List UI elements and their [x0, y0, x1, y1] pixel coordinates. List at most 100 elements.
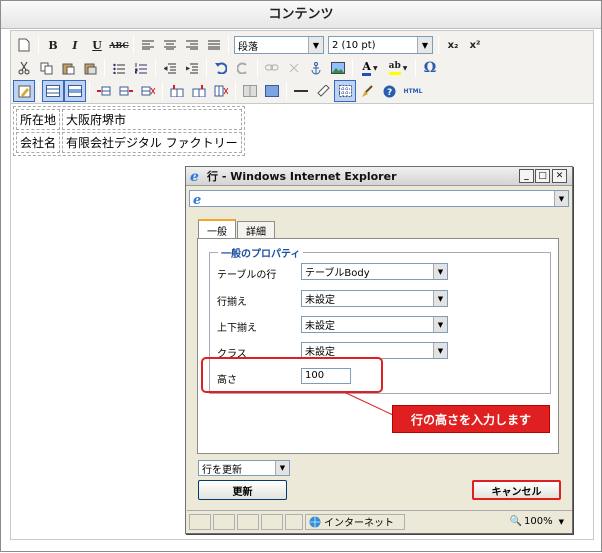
zone-label: インターネット — [324, 518, 394, 529]
dialog-title: 行 - Windows Internet Explorer — [207, 170, 397, 183]
help-icon[interactable]: ? — [378, 80, 400, 102]
update-button[interactable]: 更新 — [198, 480, 287, 500]
insert-column-before-icon[interactable] — [166, 80, 188, 102]
table-row-value: テーブルBody — [305, 268, 370, 279]
numbered-list-icon[interactable] — [130, 57, 152, 79]
table-cell[interactable]: 会社名 — [16, 132, 61, 153]
merge-cells-icon[interactable] — [261, 80, 283, 102]
italic-button[interactable]: I — [64, 34, 86, 56]
status-cell — [237, 513, 259, 530]
chevron-down-icon[interactable]: ▼ — [554, 191, 568, 206]
text-color-icon[interactable]: A ▼ — [356, 57, 384, 79]
status-cell — [213, 513, 235, 530]
chevron-down-icon: ▼ — [558, 517, 564, 526]
zoom-level: 100% — [524, 516, 553, 527]
special-character-icon[interactable]: Ω — [419, 57, 441, 79]
row-align-value: 未設定 — [305, 295, 335, 306]
bullet-list-icon[interactable] — [108, 57, 130, 79]
table-row[interactable]: 会社名 有限会社デジタル ファクトリー — [16, 132, 242, 153]
chevron-down-icon: ▼ — [275, 461, 289, 475]
link-icon[interactable] — [261, 57, 283, 79]
tab-details[interactable]: 詳細 — [237, 221, 275, 239]
subscript-button[interactable]: x₂ — [442, 34, 464, 56]
insert-row-before-icon[interactable] — [93, 80, 115, 102]
ie-logo-icon: e — [190, 169, 199, 183]
table-cell[interactable]: 所在地 — [16, 109, 61, 130]
table-cell[interactable]: 大阪府堺市 — [62, 109, 242, 130]
toggle-border-icon[interactable] — [13, 80, 35, 102]
table-row[interactable]: 所在地 大阪府堺市 — [16, 109, 242, 130]
tab-general[interactable]: 一般 — [198, 219, 236, 239]
zoom-control[interactable]: 🔍 100% ▼ — [510, 516, 564, 527]
insert-row-after-icon[interactable] — [115, 80, 137, 102]
new-document-icon[interactable] — [13, 34, 35, 56]
minimize-button[interactable]: _ — [519, 169, 534, 183]
chevron-down-icon: ▼ — [417, 37, 432, 53]
address-bar[interactable]: e ▼ — [189, 190, 569, 207]
annotation-callout: 行の高さを入力します — [392, 405, 550, 433]
editor-toolbar: B I U ABC 段落 ▼ 2 (10 pt) ▼ x₂ x² A ▼ ab … — [10, 30, 594, 104]
close-button[interactable]: ✕ — [552, 169, 567, 183]
highlight-color-icon[interactable]: ab ▼ — [384, 57, 412, 79]
outdent-icon[interactable] — [159, 57, 181, 79]
cleanup-icon[interactable] — [356, 80, 378, 102]
paste-icon[interactable] — [57, 57, 79, 79]
svg-text:e: e — [193, 193, 201, 206]
vertical-align-value: 未設定 — [305, 321, 335, 332]
status-cell — [285, 513, 303, 530]
split-cells-icon[interactable] — [239, 80, 261, 102]
update-scope-select[interactable]: 行を更新 ▼ — [198, 460, 290, 476]
row-properties-icon[interactable] — [64, 80, 86, 102]
cancel-button[interactable]: キャンセル — [472, 480, 561, 500]
html-source-button[interactable]: HTML — [400, 80, 426, 102]
row-align-select[interactable]: 未設定 ▼ — [301, 290, 448, 307]
status-cell — [261, 513, 283, 530]
svg-text:?: ? — [387, 88, 392, 98]
cut-icon[interactable] — [13, 57, 35, 79]
delete-row-icon[interactable] — [137, 80, 159, 102]
chevron-down-icon: ▼ — [308, 37, 323, 53]
align-right-icon[interactable] — [181, 34, 203, 56]
globe-icon — [309, 516, 321, 527]
table-row-select[interactable]: テーブルBody ▼ — [301, 263, 448, 280]
delete-column-icon[interactable] — [210, 80, 232, 102]
visual-aid-icon[interactable] — [334, 80, 356, 102]
vertical-align-select[interactable]: 未設定 ▼ — [301, 316, 448, 333]
fieldset-legend: 一般のプロパティ — [218, 245, 304, 260]
redo-icon[interactable] — [232, 57, 254, 79]
ie-page-icon: e — [193, 193, 201, 206]
paragraph-style-select[interactable]: 段落 ▼ — [234, 36, 324, 54]
font-size-select[interactable]: 2 (10 pt) ▼ — [328, 36, 433, 54]
status-cell — [189, 513, 211, 530]
maximize-button[interactable]: □ — [535, 169, 550, 183]
strikethrough-button[interactable]: ABC — [108, 34, 130, 56]
update-scope-value: 行を更新 — [202, 464, 242, 476]
svg-text:e: e — [190, 169, 199, 183]
copy-icon[interactable] — [35, 57, 57, 79]
dialog-titlebar[interactable]: e 行 - Windows Internet Explorer _ □ ✕ — [186, 167, 572, 186]
font-size-value: 2 (10 pt) — [332, 39, 376, 51]
zone-indicator: インターネット — [305, 513, 405, 530]
undo-icon[interactable] — [210, 57, 232, 79]
insert-column-after-icon[interactable] — [188, 80, 210, 102]
zoom-icon: 🔍 — [509, 516, 523, 527]
indent-icon[interactable] — [181, 57, 203, 79]
image-icon[interactable] — [327, 57, 349, 79]
bold-button[interactable]: B — [42, 34, 64, 56]
row-properties-dialog: e 行 - Windows Internet Explorer _ □ ✕ e … — [185, 166, 573, 534]
align-left-icon[interactable] — [137, 34, 159, 56]
paste-text-icon[interactable] — [79, 57, 101, 79]
align-justify-icon[interactable] — [203, 34, 225, 56]
unlink-icon[interactable] — [283, 57, 305, 79]
table-properties-icon[interactable] — [42, 80, 64, 102]
anchor-icon[interactable] — [305, 57, 327, 79]
horizontal-rule-icon[interactable] — [290, 80, 312, 102]
status-bar: インターネット 🔍 100% ▼ — [187, 510, 572, 532]
align-center-icon[interactable] — [159, 34, 181, 56]
content-table[interactable]: 所在地 大阪府堺市 会社名 有限会社デジタル ファクトリー — [13, 106, 245, 156]
table-cell[interactable]: 有限会社デジタル ファクトリー — [62, 132, 242, 153]
underline-button[interactable]: U — [86, 34, 108, 56]
chevron-down-icon: ▼ — [433, 264, 447, 279]
remove-format-icon[interactable] — [312, 80, 334, 102]
superscript-button[interactable]: x² — [464, 34, 486, 56]
